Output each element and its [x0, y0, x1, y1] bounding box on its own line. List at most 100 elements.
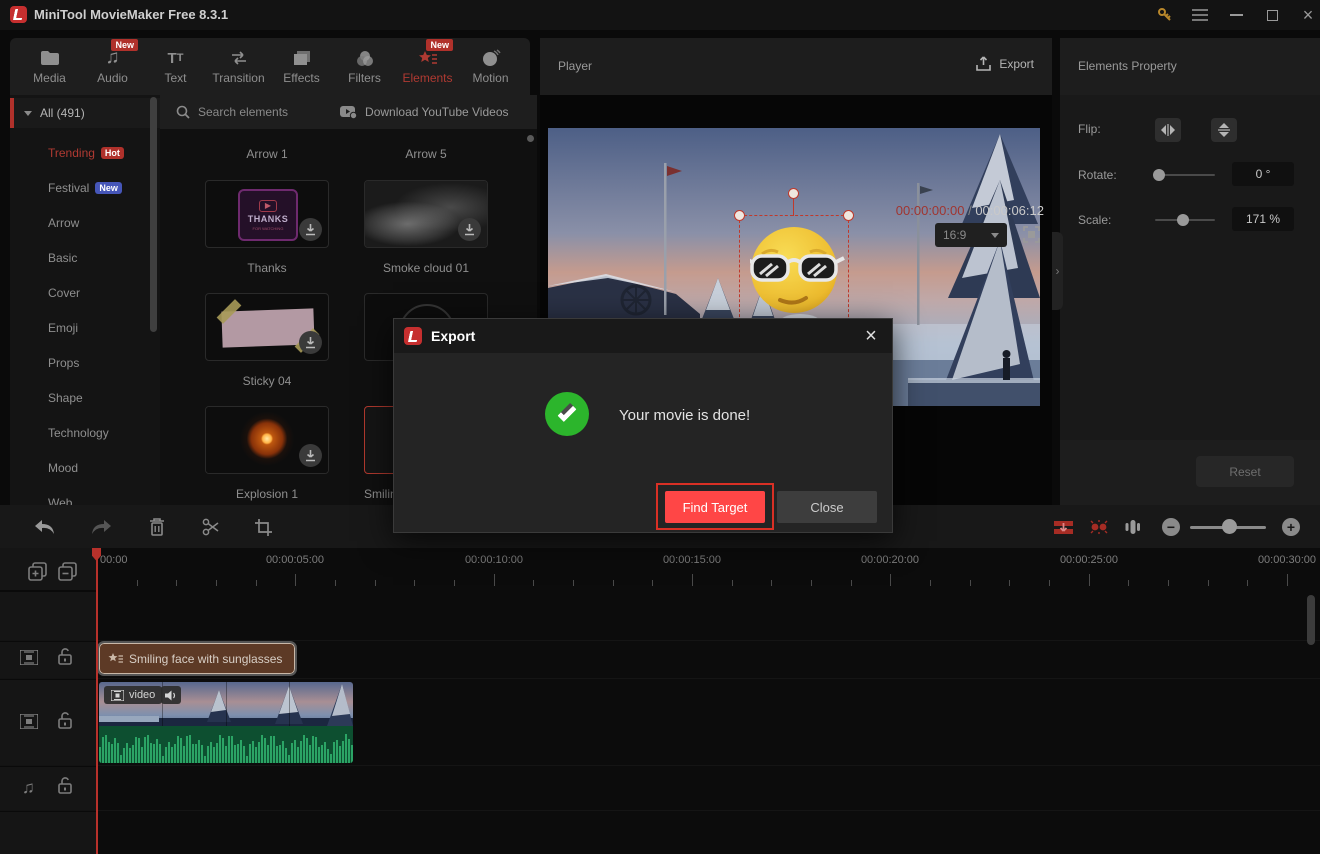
add-track-icon[interactable] — [28, 562, 47, 581]
time-ruler[interactable]: 00:00 00:00:05:00 00:00:10:00 00:00:15:0… — [0, 548, 1320, 590]
tab-motion[interactable]: Motion — [459, 42, 522, 92]
tab-audio[interactable]: New ♫ Audio — [81, 38, 144, 92]
titlebar: MiniTool MovieMaker Free 8.3.1 × — [0, 0, 1320, 30]
element-item-sticky[interactable] — [205, 293, 329, 361]
panel-scroll-indicator[interactable] — [527, 135, 534, 142]
sidebar-item-technology[interactable]: Technology — [48, 425, 109, 441]
aspect-ratio-select[interactable]: 16:9 — [935, 223, 1007, 247]
burst-effect-icon[interactable] — [1086, 514, 1112, 540]
zoom-out-icon[interactable]: − — [1158, 514, 1184, 540]
license-key-icon[interactable] — [1155, 6, 1175, 24]
download-icon[interactable] — [299, 331, 322, 354]
rotate-slider-knob[interactable] — [1153, 169, 1165, 181]
crop-icon[interactable] — [250, 514, 276, 540]
sidebar-item-props[interactable]: Props — [48, 355, 79, 371]
export-icon — [976, 56, 992, 72]
export-dialog: Export × Your movie is done! Find Target… — [393, 318, 893, 533]
total-time: 00:00:06:12 — [975, 203, 1044, 218]
sidebar-item-shape[interactable]: Shape — [48, 390, 83, 406]
tab-transition[interactable]: Transition — [207, 42, 270, 92]
tab-filters[interactable]: Filters — [333, 42, 396, 92]
menu-icon[interactable] — [1190, 6, 1210, 24]
element-track-lock-icon[interactable] — [58, 648, 72, 665]
text-icon: TT — [167, 49, 184, 67]
new-badge: New — [95, 182, 122, 194]
scale-slider[interactable] — [1155, 214, 1215, 226]
music-track-lock-icon[interactable] — [58, 777, 72, 794]
current-time: 00:00:00:00 — [895, 203, 965, 218]
reset-button[interactable]: Reset — [1196, 456, 1294, 487]
success-check-icon — [545, 392, 589, 436]
rotate-slider[interactable] — [1153, 169, 1215, 181]
elements-new-badge: New — [426, 38, 453, 51]
sidebar-scrollbar[interactable] — [150, 97, 157, 332]
dialog-message: Your movie is done! — [619, 407, 751, 424]
download-icon[interactable] — [299, 218, 322, 241]
delete-icon[interactable] — [144, 514, 170, 540]
remove-track-icon[interactable] — [58, 562, 77, 581]
video-clip[interactable]: video — [99, 682, 353, 763]
search-input[interactable]: Search elements — [176, 105, 288, 119]
element-item-smoke[interactable] — [364, 180, 488, 248]
undo-icon[interactable] — [32, 514, 58, 540]
sidebar-item-mood[interactable]: Mood — [48, 460, 78, 476]
split-scissors-icon[interactable] — [198, 514, 224, 540]
selection-handle-top-left[interactable] — [734, 210, 745, 221]
flip-vertical-button[interactable] — [1211, 118, 1237, 142]
timeline-zoom-knob[interactable] — [1222, 519, 1237, 534]
export-dialog-header[interactable]: Export × — [394, 319, 892, 353]
flip-horizontal-button[interactable] — [1155, 118, 1181, 142]
sidebar-item-trending[interactable]: Trending Hot — [48, 145, 124, 161]
download-youtube-button[interactable]: Download YouTube Videos — [340, 105, 509, 119]
elements-property-panel: Flip: Rotate: 0 ° Scale: 171 % — [1060, 95, 1320, 440]
app-logo-icon — [10, 6, 27, 23]
sidebar-item-emoji[interactable]: Emoji — [48, 320, 78, 336]
scale-slider-knob[interactable] — [1177, 214, 1189, 226]
maximize-button[interactable] — [1262, 6, 1282, 24]
rotate-value[interactable]: 0 ° — [1232, 162, 1294, 186]
download-icon[interactable] — [299, 444, 322, 467]
export-button[interactable]: Export — [976, 56, 1034, 72]
playhead[interactable] — [92, 548, 101, 854]
tab-media[interactable]: Media — [18, 42, 81, 92]
video-track-icon — [20, 714, 38, 729]
zoom-in-icon[interactable]: + — [1278, 514, 1304, 540]
sidebar-item-arrow[interactable]: Arrow — [48, 215, 79, 231]
tab-effects[interactable]: Effects — [270, 42, 333, 92]
sidebar-item-basic[interactable]: Basic — [48, 250, 77, 266]
element-label-smoke: Smoke cloud 01 — [382, 261, 470, 275]
player-title: Player — [558, 59, 593, 73]
collapse-panel-tab[interactable]: › — [1052, 232, 1063, 310]
export-dialog-title: Export — [431, 328, 476, 344]
chevron-down-icon — [991, 232, 999, 238]
category-all-header[interactable]: All (491) — [10, 98, 160, 128]
element-item-thanks[interactable]: ▶ THANKS FOR WATCHING — [205, 180, 329, 248]
active-red-bar — [10, 98, 14, 128]
audio-level-icon[interactable] — [1120, 514, 1146, 540]
search-icon — [176, 105, 190, 119]
tab-text[interactable]: TT Text — [144, 42, 207, 92]
rotate-handle[interactable] — [788, 188, 799, 199]
youtube-icon — [340, 105, 358, 119]
dialog-close-icon[interactable]: × — [858, 323, 884, 349]
sidebar-item-festival[interactable]: Festival New — [48, 180, 122, 196]
element-clip-smiling-face[interactable]: Smiling face with sunglasses — [97, 641, 297, 676]
minimize-button[interactable] — [1226, 6, 1246, 24]
selection-box[interactable] — [734, 210, 854, 327]
selection-handle-top-right[interactable] — [843, 210, 854, 221]
scale-value[interactable]: 171 % — [1232, 207, 1294, 231]
close-button[interactable]: × — [1298, 5, 1318, 25]
tab-elements[interactable]: New Elements — [396, 38, 459, 92]
element-item-explosion[interactable] — [205, 406, 329, 474]
element-clip-icon — [108, 652, 123, 665]
download-icon[interactable] — [458, 218, 481, 241]
close-dialog-button[interactable]: Close — [777, 491, 877, 523]
speaker-icon — [161, 686, 181, 704]
sidebar-item-cover[interactable]: Cover — [48, 285, 80, 301]
apply-to-timeline-icon[interactable] — [1050, 514, 1076, 540]
video-track-lock-icon[interactable] — [58, 712, 72, 729]
hot-badge: Hot — [100, 147, 124, 159]
redo-icon[interactable] — [88, 514, 114, 540]
timeline-scrollbar[interactable] — [1307, 595, 1315, 645]
fullscreen-icon[interactable] — [1023, 226, 1040, 243]
